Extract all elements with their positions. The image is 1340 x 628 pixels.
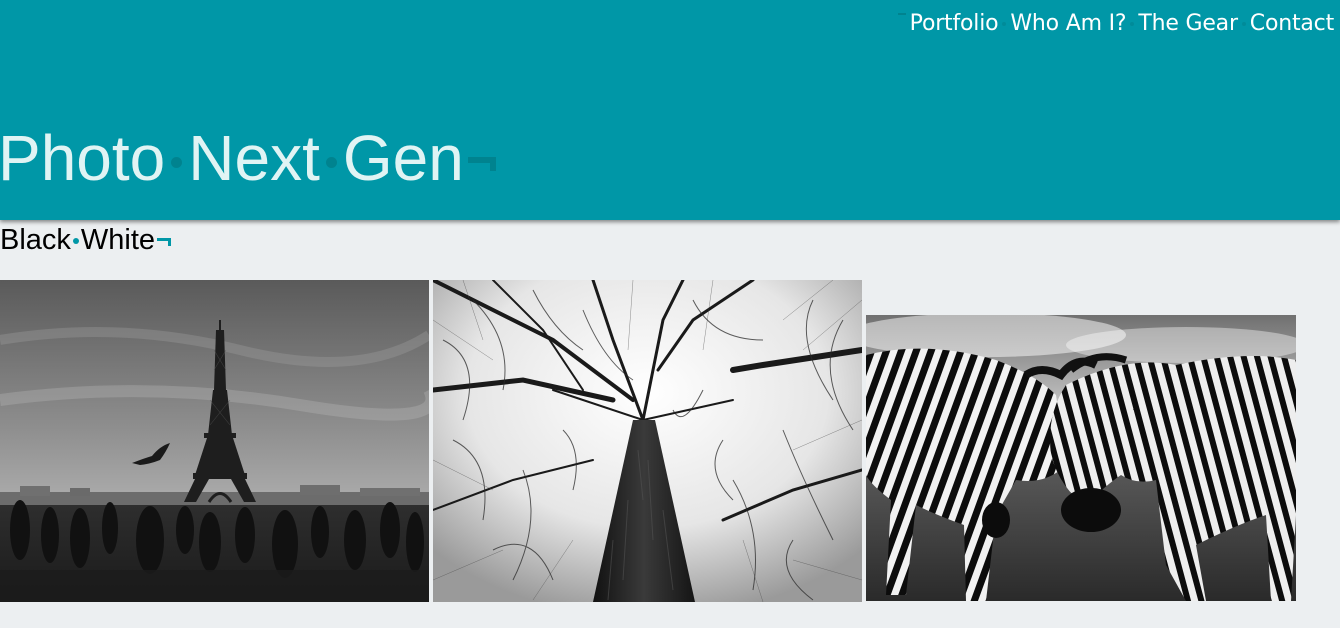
site-title-word-3: Gen — [342, 122, 464, 194]
title-end-mark — [467, 157, 496, 171]
nav-link-portfolio[interactable]: Portfolio — [910, 11, 999, 36]
nav-link-the-gear[interactable]: The Gear — [1138, 11, 1238, 36]
photo-zebras[interactable] — [866, 315, 1296, 601]
nav-link-who-am-i[interactable]: Who Am I? — [1010, 11, 1126, 36]
main-nav: Portfolio Who Am I? The Gear Contact — [897, 11, 1334, 36]
section-title-word-2: White — [80, 224, 156, 256]
nav-lead-mark — [897, 13, 906, 18]
title-dot — [325, 156, 337, 168]
eiffel-tower-image — [0, 280, 429, 602]
site-title: Photo Next Gen — [0, 120, 496, 196]
nav-separator — [1130, 21, 1135, 26]
photo-eiffel-tower[interactable] — [0, 280, 429, 602]
nav-link-contact[interactable]: Contact — [1250, 11, 1334, 36]
zebras-image — [866, 315, 1296, 601]
section-title-dot — [72, 238, 79, 244]
section-title: Black White — [0, 222, 172, 258]
site-title-word-2: Next — [188, 122, 320, 194]
site-header: Portfolio Who Am I? The Gear Contact Pho… — [0, 0, 1340, 220]
site-title-word-1: Photo — [0, 122, 166, 194]
nav-separator — [1241, 21, 1246, 26]
section-title-end-mark — [157, 238, 172, 246]
photo-tree-canopy[interactable] — [433, 280, 862, 602]
section-title-word-1: Black — [0, 224, 71, 256]
tree-canopy-image — [433, 280, 862, 602]
photo-gallery — [0, 280, 1340, 610]
nav-separator — [1002, 21, 1007, 26]
title-dot — [171, 156, 183, 168]
